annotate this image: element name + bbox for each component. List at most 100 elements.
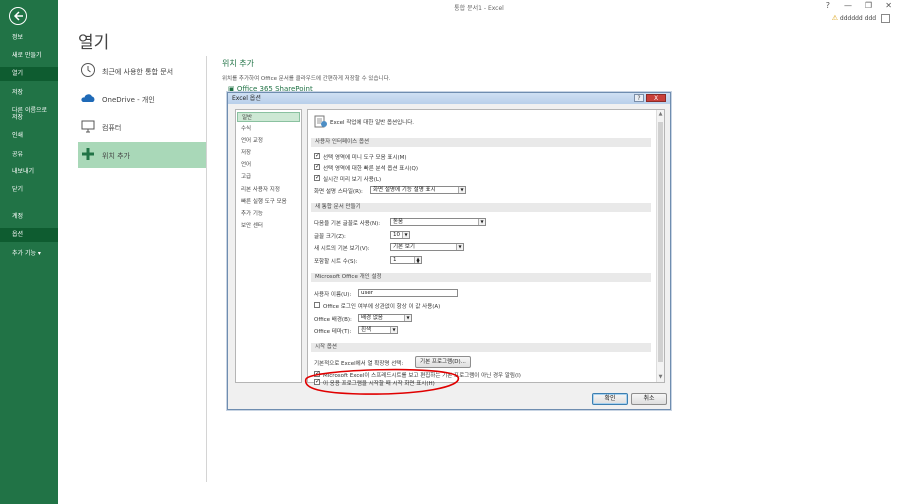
tooltip-style-select[interactable]: 화면 설명에 기능 설명 표시 ▼ [370, 186, 466, 194]
options-content: Excel 작업에 대한 일반 옵션입니다. 사용자 인터페이스 옵션 선택 영… [307, 109, 665, 383]
content-scrollbar[interactable]: ▲ ▼ [656, 110, 664, 382]
backstage-nav: 정보 새로 만들기 열기 저장 다른 이름으로 저장 인쇄 공유 내보내기 닫기 계정 옵션 추가 기능… [0, 0, 58, 504]
font-size-select[interactable]: 10 ▼ [390, 231, 410, 239]
cloud-icon [81, 94, 95, 102]
default-font-select[interactable]: 돋움 ▼ [390, 218, 486, 226]
default-font-value: 돋움 [393, 219, 404, 225]
section-title: 위치 추가 [222, 59, 254, 68]
section-description: 위치를 추가하여 Office 문서를 클라우드에 간편하게 저장할 수 있습니… [222, 76, 391, 82]
divider [206, 56, 207, 482]
place-computer[interactable]: 컴퓨터 [78, 114, 206, 140]
back-arrow-icon[interactable] [9, 7, 27, 25]
chevron-down-icon: ▼ [478, 219, 485, 225]
place-onedrive[interactable]: OneDrive - 개인 [78, 86, 206, 112]
category-proofing[interactable]: 언어 교정 [237, 136, 300, 146]
category-general[interactable]: 일반 [237, 112, 300, 122]
mini-toolbar-checkbox[interactable] [314, 152, 320, 159]
chevron-down-icon: ▼ [404, 315, 411, 321]
category-trust-center[interactable]: 보안 센터 [237, 221, 300, 231]
nav-item[interactable]: 계정 [0, 213, 58, 221]
tooltip-style-label: 화면 설명 스타일(R): [314, 189, 363, 195]
font-size-label: 글꼴 크기(Z): [314, 234, 346, 240]
section-startup: 시작 옵션 [311, 343, 651, 352]
section-personalize: Microsoft Office 개인 설정 [311, 273, 651, 282]
sheet-count-stepper[interactable]: 1 ▲ ▼ [390, 256, 422, 264]
nav-item[interactable]: 내보내기 [0, 168, 58, 176]
category-formulas[interactable]: 수식 [237, 124, 300, 134]
nav-item[interactable]: 닫기 [0, 186, 58, 194]
nav-item[interactable]: 열기 [0, 67, 58, 81]
cancel-button[interactable]: 취소 [631, 393, 667, 405]
always-use-checkbox[interactable] [314, 302, 320, 308]
office-background-select[interactable]: 배경 없음 ▼ [358, 314, 412, 322]
stepper-arrows-icon[interactable]: ▲ ▼ [414, 257, 421, 264]
nav-item[interactable]: 공유 [0, 151, 58, 159]
nav-item[interactable]: 저장 [0, 114, 58, 122]
dialog-close-button[interactable]: X [646, 94, 666, 102]
dialog-title: Excel 옵션 [228, 93, 670, 104]
clock-icon [81, 63, 95, 77]
title-bar: 통합 문서1 - Excel ? — ❐ ✕ [58, 0, 900, 14]
scroll-up-icon[interactable]: ▲ [657, 111, 664, 117]
category-addins[interactable]: 추가 기능 [237, 209, 300, 219]
user-account[interactable]: ⚠ dddddd ddd [832, 14, 890, 23]
live-preview-label: 실시간 미리 보기 사용(L) [323, 177, 382, 183]
user-name-input[interactable]: user [358, 289, 458, 297]
ok-button[interactable]: 확인 [592, 393, 628, 405]
section-new-workbook: 새 통합 문서 만들기 [311, 203, 651, 212]
place-add-location[interactable]: 위치 추가 [78, 142, 206, 168]
tooltip-style-value: 화면 설명에 기능 설명 표시 [373, 187, 436, 193]
default-view-label: 새 시트의 기본 보기(V): [314, 246, 370, 252]
nav-item[interactable]: 정보 [0, 34, 58, 42]
page-title: 열기 [78, 33, 110, 53]
chevron-down-icon: ▼ [456, 244, 463, 250]
user-name-label: 사용자 이름(U): [314, 292, 352, 298]
quick-analysis-label: 선택 영역에 대한 빠른 분석 옵션 표시(Q) [323, 166, 419, 172]
nav-item[interactable]: 추가 기능 ▾ [0, 250, 58, 258]
scroll-thumb[interactable] [658, 122, 663, 362]
close-icon[interactable]: ✕ [885, 1, 892, 10]
plus-icon [82, 148, 94, 160]
scroll-down-icon[interactable]: ▼ [657, 374, 664, 380]
office-theme-value: 흰색 [361, 327, 372, 333]
window-title: 통합 문서1 - Excel [454, 5, 504, 12]
category-advanced[interactable]: 고급 [237, 172, 300, 182]
chevron-down-icon: ▼ [458, 187, 465, 193]
default-view-select[interactable]: 기본 보기 ▼ [390, 243, 464, 251]
always-use-label: Office 로그인 여부에 상관없이 항상 이 값 사용(A) [323, 304, 441, 310]
chevron-down-icon: ▼ [390, 327, 397, 333]
restore-icon[interactable]: ❐ [865, 1, 872, 10]
chevron-down-icon: ▼ [402, 232, 409, 238]
place-label: 컴퓨터 [102, 124, 122, 132]
office-theme-label: Office 테마(T): [314, 329, 352, 335]
options-general-icon [314, 115, 327, 128]
office-background-label: Office 배경(B): [314, 317, 352, 323]
nav-item[interactable]: 옵션 [0, 228, 58, 242]
help-icon[interactable]: ? [826, 1, 830, 10]
red-annotation-ellipse [305, 368, 459, 395]
minimize-icon[interactable]: — [844, 1, 852, 10]
category-customize-ribbon[interactable]: 리본 사용자 지정 [237, 185, 300, 195]
nav-item[interactable]: 인쇄 [0, 132, 58, 140]
place-label: OneDrive - 개인 [102, 96, 155, 104]
nav-item[interactable]: 저장 [0, 89, 58, 97]
dialog-help-button[interactable]: ? [634, 94, 644, 102]
default-view-value: 기본 보기 [393, 244, 415, 250]
live-preview-checkbox[interactable] [314, 174, 320, 181]
sheet-count-value: 1 [393, 257, 397, 263]
default-font-label: 다음을 기본 글꼴로 사용(N): [314, 221, 381, 227]
place-recent[interactable]: 최근에 사용한 통합 문서 [78, 58, 206, 84]
computer-icon [81, 120, 95, 133]
quick-analysis-checkbox[interactable] [314, 163, 320, 170]
category-language[interactable]: 언어 [237, 160, 300, 170]
user-name-value: user [361, 290, 373, 296]
section-ui-options: 사용자 인터페이스 옵션 [311, 138, 651, 147]
warning-icon: ⚠ [831, 14, 838, 22]
category-save[interactable]: 저장 [237, 148, 300, 158]
nav-item[interactable]: 새로 만들기 [0, 52, 58, 60]
font-size-value: 10 [393, 232, 400, 238]
place-label: 위치 추가 [102, 152, 130, 160]
excel-options-dialog: Excel 옵션 ? X 일반 수식 언어 교정 저장 언어 고급 리본 사용자… [227, 92, 671, 410]
office-theme-select[interactable]: 흰색 ▼ [358, 326, 398, 334]
category-quick-access[interactable]: 빠른 실행 도구 모음 [237, 197, 300, 207]
